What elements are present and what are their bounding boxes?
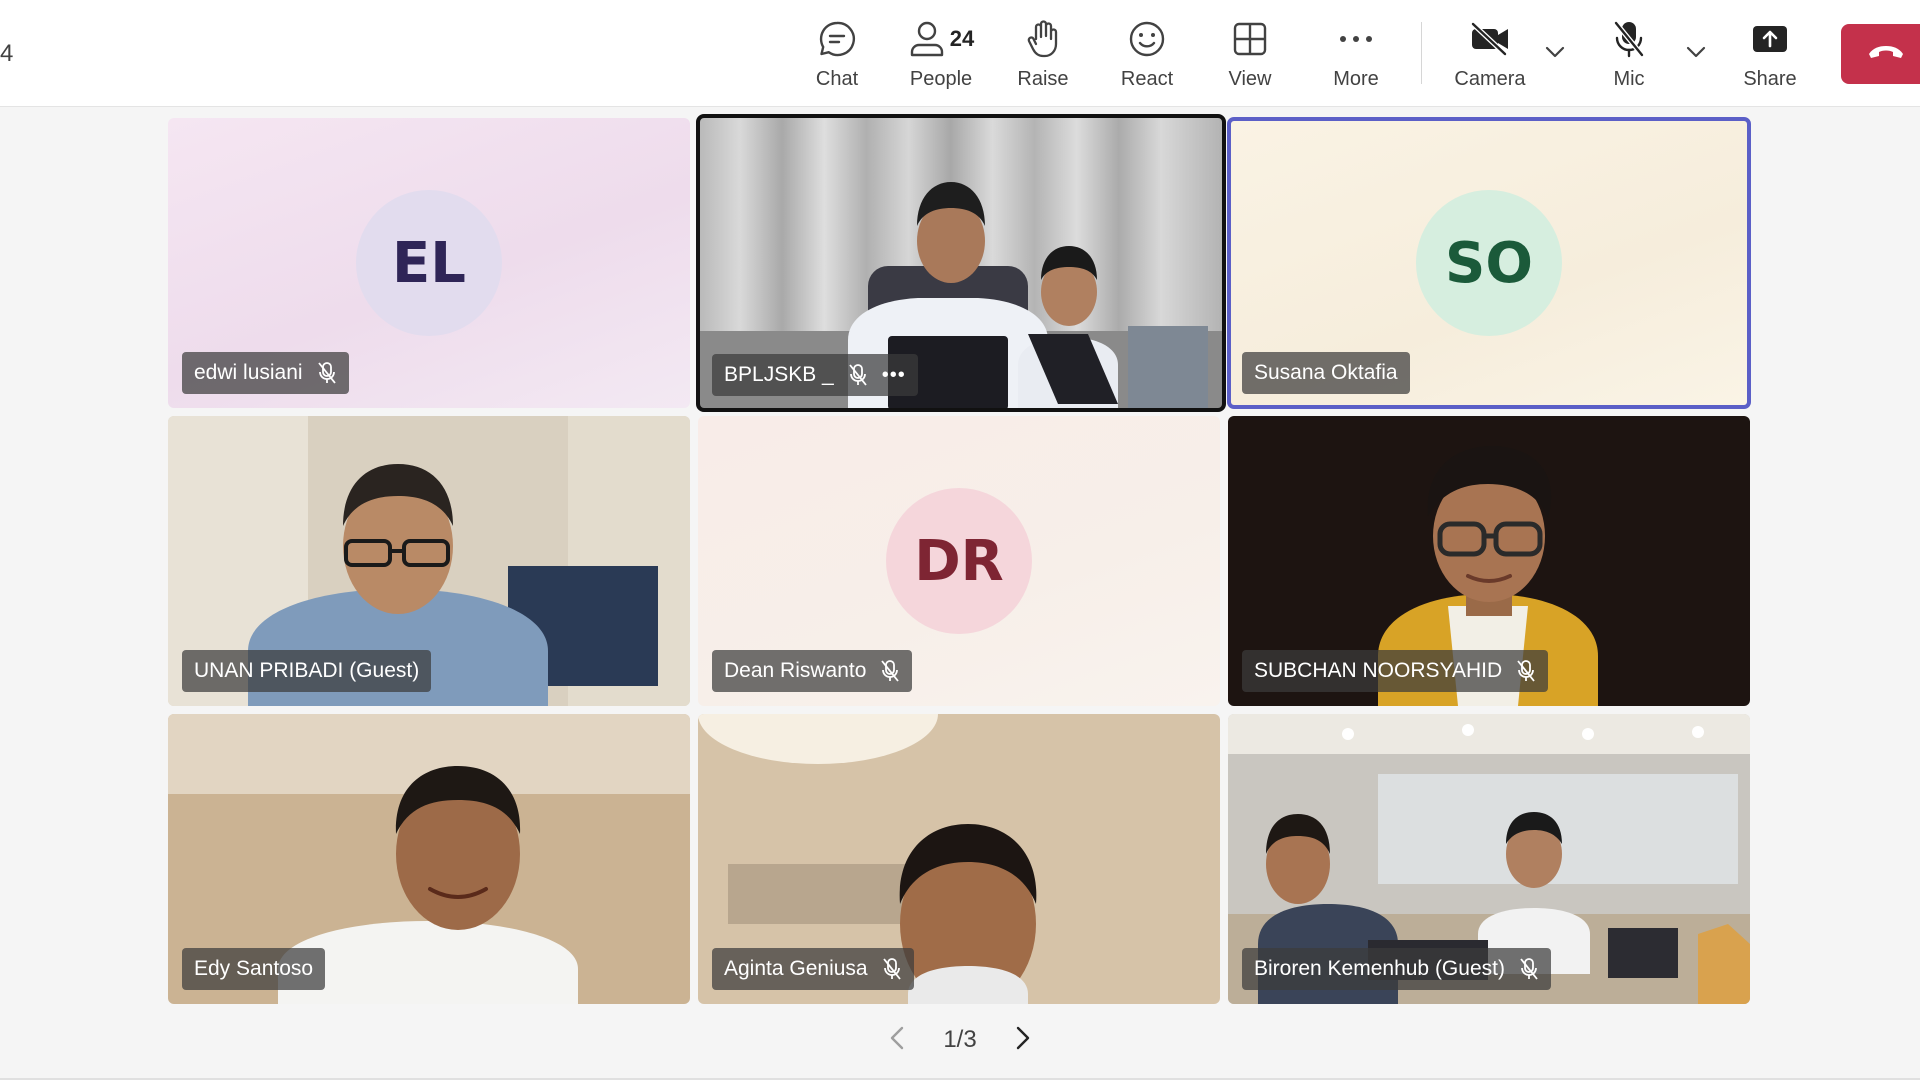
participant-name-tag: edwi lusiani [182,352,349,394]
participant-name-tag: Dean Riswanto [712,650,913,692]
chevron-down-icon [1545,45,1565,63]
participant-name-tag: UNAN PRIBADI (Guest) [182,650,432,692]
participant-name: Edy Santoso [194,957,314,980]
participant-name: Susana Oktafia [1254,361,1398,384]
mic-muted-icon [1516,659,1536,683]
avatar: SO [1416,190,1562,336]
raise-label: Raise [1017,68,1069,90]
people-icon [908,20,946,58]
participant-name: Aginta Geniusa [724,957,868,980]
participant-tile[interactable]: SO Susana Oktafia [1227,117,1751,409]
people-label: People [909,68,973,90]
participant-name: SUBCHAN NOORSYAHID [1254,659,1503,682]
mic-muted-icon [1519,957,1539,981]
mic-off-icon [1611,18,1647,60]
participant-tile[interactable]: Biroren Kemenhub (Guest) [1228,714,1750,1004]
mic-muted-icon [882,957,902,981]
share-icon [1751,18,1789,60]
avatar: EL [356,190,502,336]
mic-muted-icon [848,363,868,387]
participant-tile[interactable]: Aginta Geniusa [698,714,1220,1004]
leave-button[interactable] [1841,24,1920,84]
camera-button[interactable]: Camera [1452,18,1528,96]
raise-hand-icon [1024,18,1062,60]
participant-tile[interactable]: DR Dean Riswanto [698,416,1220,706]
mic-label: Mic [1613,68,1645,90]
grid-view-icon [1232,18,1268,60]
participant-name-tag: Biroren Kemenhub (Guest) [1242,948,1551,990]
next-page-button[interactable] [1016,1026,1030,1055]
participant-name-tag: BPLJSKB _ ••• [712,354,918,396]
participant-name: Biroren Kemenhub (Guest) [1254,957,1505,980]
participant-tile[interactable]: Edy Santoso [168,714,690,1004]
avatar: DR [886,488,1032,634]
react-button[interactable]: React [1118,18,1176,96]
participant-name-tag: Edy Santoso [182,948,326,990]
people-count-badge: 24 [949,26,975,51]
chevron-left-icon [890,1026,904,1055]
mic-muted-icon [317,361,337,385]
share-label: Share [1743,68,1797,90]
share-button[interactable]: Share [1742,18,1798,96]
participant-name: BPLJSKB _ [724,363,834,386]
meeting-timer: 4 [0,40,14,67]
chat-button[interactable]: Chat [808,18,866,96]
participant-name-tag: Aginta Geniusa [712,948,914,990]
chat-label: Chat [815,68,859,90]
previous-page-button[interactable] [890,1026,904,1055]
toolbar-divider [1421,22,1422,84]
hang-up-icon [1866,42,1906,67]
participant-name-tag: Susana Oktafia [1242,352,1410,394]
participant-tile[interactable]: BPLJSKB _ ••• [696,114,1226,412]
more-options-icon[interactable]: ••• [882,364,906,387]
participant-name: Dean Riswanto [724,659,867,682]
mic-muted-icon [880,659,900,683]
smiley-icon [1128,18,1166,60]
chevron-right-icon [1016,1026,1030,1055]
gallery-pager: 1/3 [890,1020,1030,1060]
view-button[interactable]: View [1224,18,1276,96]
participant-name: UNAN PRIBADI (Guest) [194,659,420,682]
chevron-down-icon [1686,45,1706,63]
mic-options-chevron[interactable] [1683,44,1709,64]
raise-hand-button[interactable]: Raise [1014,18,1072,96]
camera-options-chevron[interactable] [1542,44,1568,64]
camera-label: Camera [1454,68,1526,90]
participant-tile[interactable]: SUBCHAN NOORSYAHID [1228,416,1750,706]
participant-name: edwi lusiani [194,361,303,384]
more-button[interactable]: More [1328,18,1384,96]
more-label: More [1333,68,1379,90]
more-dots-icon [1338,18,1374,60]
people-button[interactable]: 24 People [902,18,980,96]
participant-tile[interactable]: EL edwi lusiani [168,118,690,408]
meeting-toolbar: 4 Chat 24 People Raise React View More C… [0,0,1920,107]
react-label: React [1120,68,1174,90]
participant-tile[interactable]: UNAN PRIBADI (Guest) [168,416,690,706]
page-indicator: 1/3 [943,1026,977,1053]
mic-button[interactable]: Mic [1604,18,1654,96]
camera-off-icon [1469,18,1511,60]
participant-name-tag: SUBCHAN NOORSYAHID [1242,650,1549,692]
chat-icon [818,18,856,60]
view-label: View [1228,68,1272,90]
